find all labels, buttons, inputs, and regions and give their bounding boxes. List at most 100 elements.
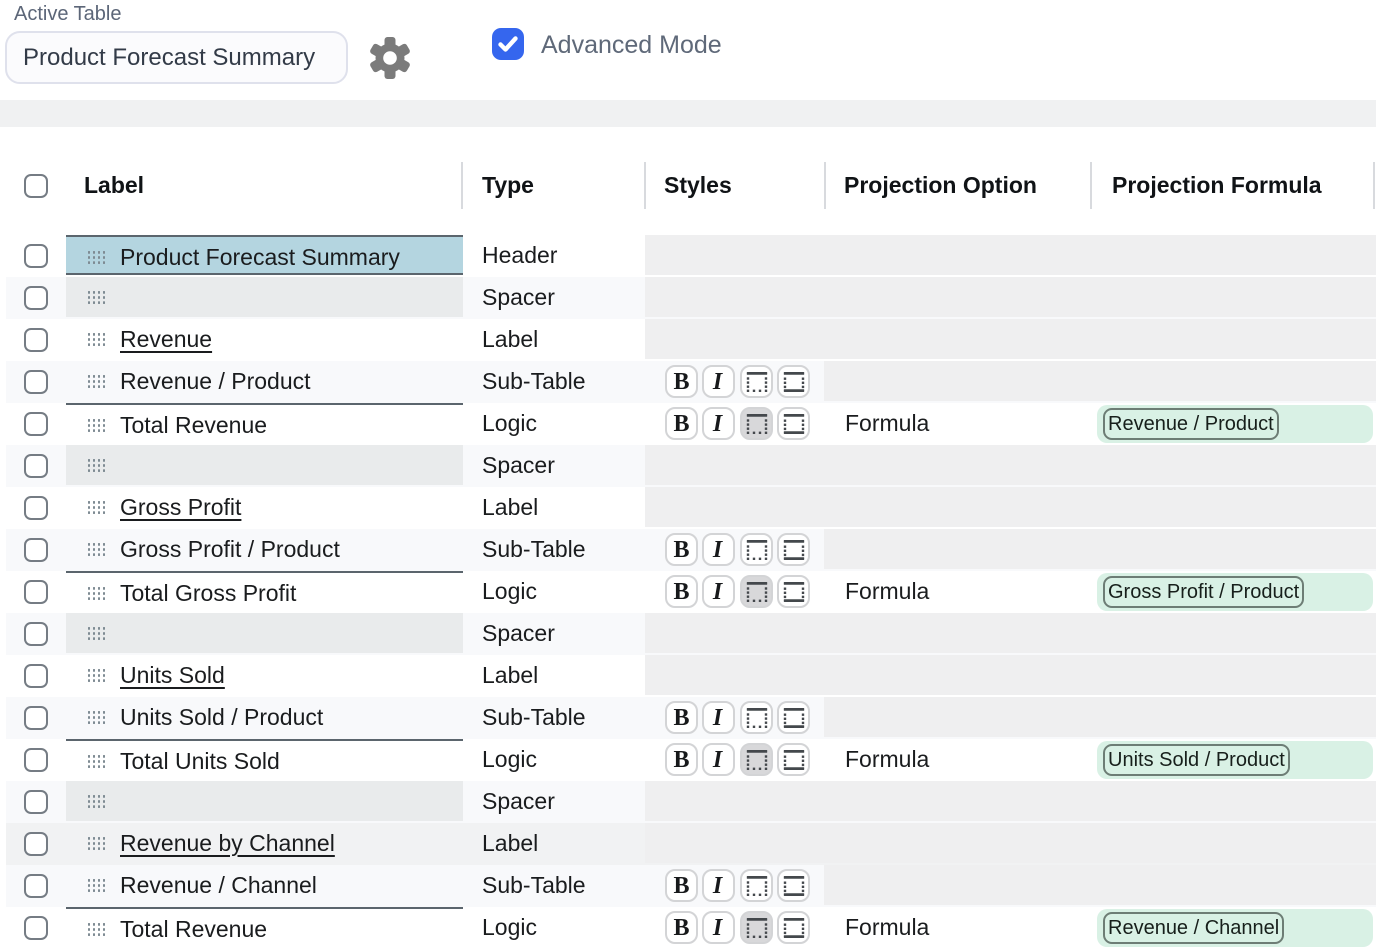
formula-pill[interactable]: Revenue / Channel	[1103, 912, 1284, 944]
label-cell[interactable]: Revenue / Product	[66, 361, 463, 401]
drag-handle-icon[interactable]	[88, 923, 105, 936]
label-cell[interactable]: Total Revenue	[66, 907, 463, 947]
border-top-bottom-button[interactable]	[777, 407, 810, 440]
active-table-input[interactable]: Product Forecast Summary	[5, 31, 348, 84]
italic-button[interactable]: I	[702, 869, 735, 902]
row-type[interactable]: Label	[462, 487, 645, 527]
border-top-button[interactable]	[740, 365, 773, 398]
label-cell[interactable]: Units Sold	[66, 655, 463, 695]
drag-handle-icon[interactable]	[88, 291, 105, 304]
drag-handle-icon[interactable]	[88, 333, 105, 346]
row-label[interactable]: Total Gross Profit	[120, 573, 296, 613]
row-label[interactable]: Product Forecast Summary	[120, 237, 400, 277]
row-checkbox[interactable]	[24, 832, 48, 856]
border-top-button[interactable]	[740, 575, 773, 608]
select-all-checkbox[interactable]	[24, 174, 48, 198]
label-cell[interactable]: Revenue	[66, 319, 463, 359]
label-cell[interactable]	[66, 445, 463, 485]
label-cell[interactable]: Total Units Sold	[66, 739, 463, 779]
row-checkbox[interactable]	[24, 370, 48, 394]
row-type[interactable]: Sub-Table	[462, 865, 645, 905]
row-type[interactable]: Spacer	[462, 781, 645, 821]
bold-button[interactable]: B	[665, 407, 698, 440]
label-cell[interactable]	[66, 613, 463, 653]
row-type[interactable]: Sub-Table	[462, 361, 645, 401]
row-checkbox[interactable]	[24, 538, 48, 562]
bold-button[interactable]: B	[665, 743, 698, 776]
advanced-mode-checkbox[interactable]	[492, 28, 524, 60]
bold-button[interactable]: B	[665, 533, 698, 566]
border-top-button[interactable]	[740, 407, 773, 440]
row-label[interactable]: Total Revenue	[120, 909, 267, 949]
row-checkbox[interactable]	[24, 412, 48, 436]
row-label[interactable]: Revenue / Channel	[120, 865, 317, 905]
row-label[interactable]: Units Sold	[120, 655, 225, 695]
border-top-button[interactable]	[740, 743, 773, 776]
column-header-type[interactable]: Type	[482, 160, 534, 210]
projection-option-cell[interactable]: Formula	[824, 739, 1090, 779]
italic-button[interactable]: I	[702, 743, 735, 776]
row-label[interactable]: Revenue / Product	[120, 361, 311, 401]
drag-handle-icon[interactable]	[88, 251, 105, 264]
row-type[interactable]: Header	[462, 235, 645, 275]
drag-handle-icon[interactable]	[88, 419, 105, 432]
row-label[interactable]: Units Sold / Product	[120, 697, 323, 737]
border-top-bottom-button[interactable]	[777, 701, 810, 734]
column-header-styles[interactable]: Styles	[664, 160, 732, 210]
drag-handle-icon[interactable]	[88, 795, 105, 808]
border-top-button[interactable]	[740, 701, 773, 734]
row-label[interactable]: Revenue	[120, 319, 212, 359]
drag-handle-icon[interactable]	[88, 459, 105, 472]
drag-handle-icon[interactable]	[88, 375, 105, 388]
label-cell[interactable]: Gross Profit / Product	[66, 529, 463, 569]
row-checkbox[interactable]	[24, 496, 48, 520]
italic-button[interactable]: I	[702, 365, 735, 398]
label-cell[interactable]: Units Sold / Product	[66, 697, 463, 737]
drag-handle-icon[interactable]	[88, 837, 105, 850]
border-top-button[interactable]	[740, 533, 773, 566]
border-top-bottom-button[interactable]	[777, 533, 810, 566]
border-top-bottom-button[interactable]	[777, 365, 810, 398]
row-checkbox[interactable]	[24, 874, 48, 898]
label-cell[interactable]	[66, 277, 463, 317]
border-top-bottom-button[interactable]	[777, 743, 810, 776]
border-top-button[interactable]	[740, 911, 773, 944]
row-type[interactable]: Sub-Table	[462, 529, 645, 569]
label-cell[interactable]: Total Gross Profit	[66, 571, 463, 611]
row-checkbox[interactable]	[24, 706, 48, 730]
row-label[interactable]: Revenue by Channel	[120, 823, 335, 863]
drag-handle-icon[interactable]	[88, 587, 105, 600]
row-label[interactable]: Total Revenue	[120, 405, 267, 445]
drag-handle-icon[interactable]	[88, 501, 105, 514]
italic-button[interactable]: I	[702, 407, 735, 440]
drag-handle-icon[interactable]	[88, 669, 105, 682]
row-type[interactable]: Label	[462, 319, 645, 359]
drag-handle-icon[interactable]	[88, 543, 105, 556]
projection-option-cell[interactable]: Formula	[824, 403, 1090, 443]
border-top-bottom-button[interactable]	[777, 869, 810, 902]
row-checkbox[interactable]	[24, 244, 48, 268]
row-checkbox[interactable]	[24, 748, 48, 772]
italic-button[interactable]: I	[702, 533, 735, 566]
label-cell[interactable]	[66, 781, 463, 821]
row-type[interactable]: Logic	[462, 739, 645, 779]
row-checkbox[interactable]	[24, 790, 48, 814]
label-cell[interactable]: Revenue by Channel	[66, 823, 463, 863]
formula-pill[interactable]: Units Sold / Product	[1103, 744, 1290, 776]
projection-option-cell[interactable]: Formula	[824, 571, 1090, 611]
italic-button[interactable]: I	[702, 701, 735, 734]
row-type[interactable]: Spacer	[462, 613, 645, 653]
label-cell[interactable]: Product Forecast Summary	[66, 235, 463, 275]
row-checkbox[interactable]	[24, 286, 48, 310]
row-type[interactable]: Spacer	[462, 277, 645, 317]
column-header-projection-option[interactable]: Projection Option	[844, 160, 1037, 210]
row-type[interactable]: Sub-Table	[462, 697, 645, 737]
border-top-button[interactable]	[740, 869, 773, 902]
border-top-bottom-button[interactable]	[777, 575, 810, 608]
row-type[interactable]: Label	[462, 823, 645, 863]
row-checkbox[interactable]	[24, 580, 48, 604]
row-type[interactable]: Logic	[462, 907, 645, 947]
gear-icon[interactable]	[368, 36, 412, 80]
border-top-bottom-button[interactable]	[777, 911, 810, 944]
row-checkbox[interactable]	[24, 916, 48, 940]
